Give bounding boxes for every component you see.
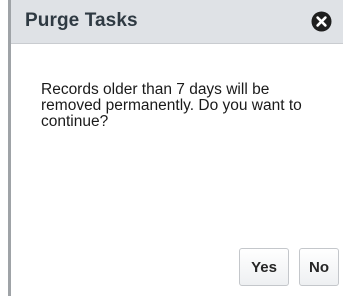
- yes-button[interactable]: Yes: [239, 248, 289, 286]
- dialog-message: Records older than 7 days will be remove…: [41, 81, 302, 130]
- no-button[interactable]: No: [299, 248, 339, 286]
- purge-tasks-dialog: Purge Tasks Records older than 7 days wi…: [8, 0, 343, 296]
- dialog-title: Purge Tasks: [25, 10, 138, 31]
- close-icon[interactable]: [311, 11, 332, 32]
- close-circle-icon: [311, 11, 332, 32]
- dialog-header: Purge Tasks: [11, 0, 343, 44]
